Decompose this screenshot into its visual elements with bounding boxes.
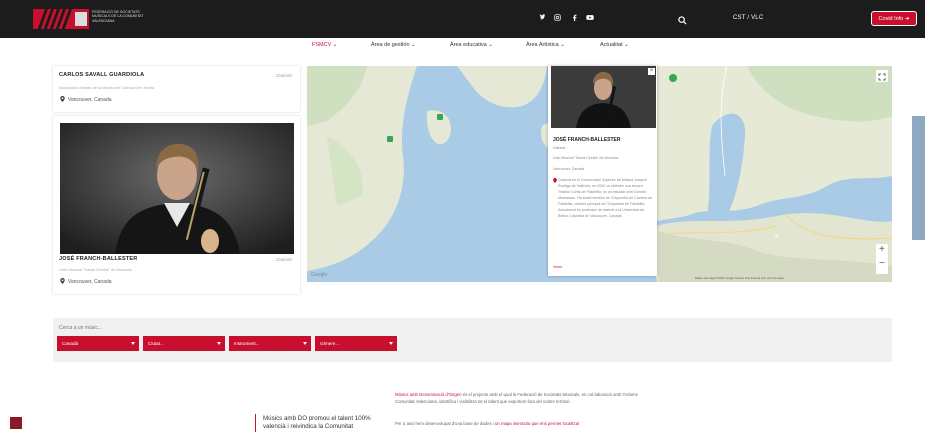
location-pin-icon — [60, 278, 65, 284]
brand-square-icon — [10, 417, 22, 429]
popup-photo — [551, 66, 656, 128]
map-attribution: Dades del mapa ©2021 Google Termes d'ús … — [695, 276, 784, 280]
nav-item-gestion[interactable]: Àrea de gestión ⌄ — [371, 42, 416, 48]
city-select[interactable]: Ciutat... — [143, 336, 225, 351]
popup-pin-icon — [553, 178, 557, 183]
zoom-control: + − — [876, 244, 888, 274]
fsmcv-logo[interactable] — [33, 9, 89, 29]
musician-name: JOSÉ FRANCH-BALLESTER — [59, 256, 138, 262]
nav-item-educativa[interactable]: Àrea educativa ⌄ — [450, 42, 493, 48]
popup-musician-name: JOSÉ FRANCH-BALLESTER — [553, 137, 621, 143]
country-select[interactable]: Canadà — [57, 336, 139, 351]
search-icon[interactable] — [678, 12, 688, 25]
intro-paragraph: Músics amb Denominació d'Origen és el pr… — [395, 391, 655, 405]
musician-location: Vancouver, Canada — [68, 97, 112, 103]
chevron-down-icon — [131, 342, 135, 345]
covid-info-button[interactable]: Covid Info ➔ — [871, 11, 917, 26]
city-select-value: Ciutat... — [148, 341, 164, 346]
popup-location: Vancouver, Canadà — [553, 167, 585, 171]
musician-society: Unió Musical "Santa Cecília" de Moncofa — [59, 267, 132, 272]
location-pin-icon — [60, 96, 65, 102]
language-switcher[interactable]: CST / VLC — [733, 15, 763, 21]
popup-instrument: Clarinet — [553, 146, 566, 150]
nav-item-actualitat[interactable]: Actualitat ⌄ — [600, 42, 629, 48]
genre-select-value: Gènere... — [320, 341, 340, 346]
second-paragraph: Per a això hem desenvolupat d'una base d… — [395, 420, 655, 427]
country-select-value: Canadà — [62, 341, 79, 346]
project-link[interactable]: Músics amb Denominació d'Origen — [395, 392, 462, 397]
musician-instrument: Clarinet — [276, 257, 292, 262]
popup-more-link[interactable]: Veure — [553, 264, 562, 270]
twitter-icon[interactable] — [539, 14, 546, 23]
main-navigation: FSMCV ⌄ Àrea de gestión ⌄ Àrea educativa… — [0, 42, 925, 54]
second-text: Per a això hem desenvolupat d'una base d… — [395, 421, 495, 426]
instrument-select-value: Instrument... — [234, 341, 260, 346]
youtube-icon[interactable] — [586, 14, 594, 23]
org-name: FEDERACIÓ DE SOCIETATS MUSICALS DE LA CO… — [92, 10, 144, 23]
genre-select[interactable]: Gènere... — [315, 336, 397, 351]
popup-close-icon[interactable]: × — [648, 68, 655, 75]
fullscreen-button[interactable] — [876, 70, 888, 82]
interactive-map-link[interactable]: un mapa interactiu que ens permet locali… — [495, 421, 580, 426]
chevron-down-icon — [217, 342, 221, 345]
nav-item-fsmcv[interactable]: FSMCV ⌄ — [312, 42, 337, 48]
facebook-icon[interactable] — [571, 14, 578, 23]
zoom-out-button[interactable]: − — [879, 258, 885, 269]
zoom-in-button[interactable]: + — [879, 244, 885, 255]
top-bar: FEDERACIÓ DE SOCIETATS MUSICALS DE LA CO… — [0, 0, 925, 38]
headline-accent-line — [255, 414, 256, 432]
musician-society: Associació Afinats de la Música de Calos… — [59, 85, 155, 90]
instagram-icon[interactable] — [554, 14, 561, 23]
popup-biography: Graduat en el Conservatori Superior de M… — [558, 178, 652, 218]
musician-location: Vancouver, Canada — [68, 279, 112, 285]
chevron-down-icon — [303, 342, 307, 345]
chevron-down-icon — [389, 342, 393, 345]
musician-instrument: Clarinet — [276, 73, 292, 78]
musician-photo — [60, 123, 294, 254]
filter-label: Cerca a un músic... — [59, 325, 103, 331]
instrument-select[interactable]: Instrument... — [229, 336, 311, 351]
popup-society: Unió Musical "Santa Cecília" de Moncofa — [553, 156, 619, 160]
side-tab[interactable] — [912, 116, 925, 240]
section-headline: Músics amb DO promou el talent 100% vale… — [263, 415, 371, 430]
nav-item-artistica[interactable]: Àrea Artística ⌄ — [526, 42, 565, 48]
musician-name: CARLOS SAVALL GUARDIOLA — [59, 72, 145, 78]
google-logo: Google — [311, 272, 328, 278]
